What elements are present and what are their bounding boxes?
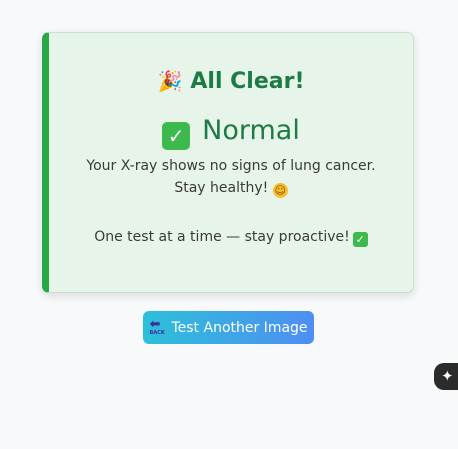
result-message-text: Your X-ray shows no signs of lung cancer… xyxy=(86,158,376,196)
result-title: 🎉 All Clear! xyxy=(49,69,413,94)
check-mark-icon: ✓ xyxy=(352,232,368,247)
result-card: 🎉 All Clear! ✓ Normal Your X-ray shows no … xyxy=(42,32,414,293)
result-message: Your X-ray shows no signs of lung cancer… xyxy=(71,155,391,199)
tagline-text: One test at a time — stay proactive! xyxy=(94,229,350,245)
floating-assistant-button[interactable]: ✦ xyxy=(434,363,458,390)
back-arrow-word: BACK xyxy=(149,329,165,336)
sparkle-icon: ✦ xyxy=(441,367,454,385)
diagnosis-status: ✓ Normal xyxy=(49,115,413,150)
tagline: One test at a time — stay proactive! ✓ xyxy=(49,229,413,247)
test-another-image-label: Test Another Image xyxy=(171,319,308,336)
party-popper-icon: 🎉 xyxy=(157,69,183,93)
back-arrow-icon: ⬅ BACK xyxy=(149,317,165,336)
test-another-image-button[interactable]: ⬅ BACK Test Another Image xyxy=(143,311,314,344)
diagnosis-status-text: Normal xyxy=(202,115,300,146)
smiling-face-icon: ☺ xyxy=(272,183,288,198)
result-title-text: All Clear! xyxy=(190,69,305,94)
check-mark-icon: ✓ xyxy=(162,122,191,150)
